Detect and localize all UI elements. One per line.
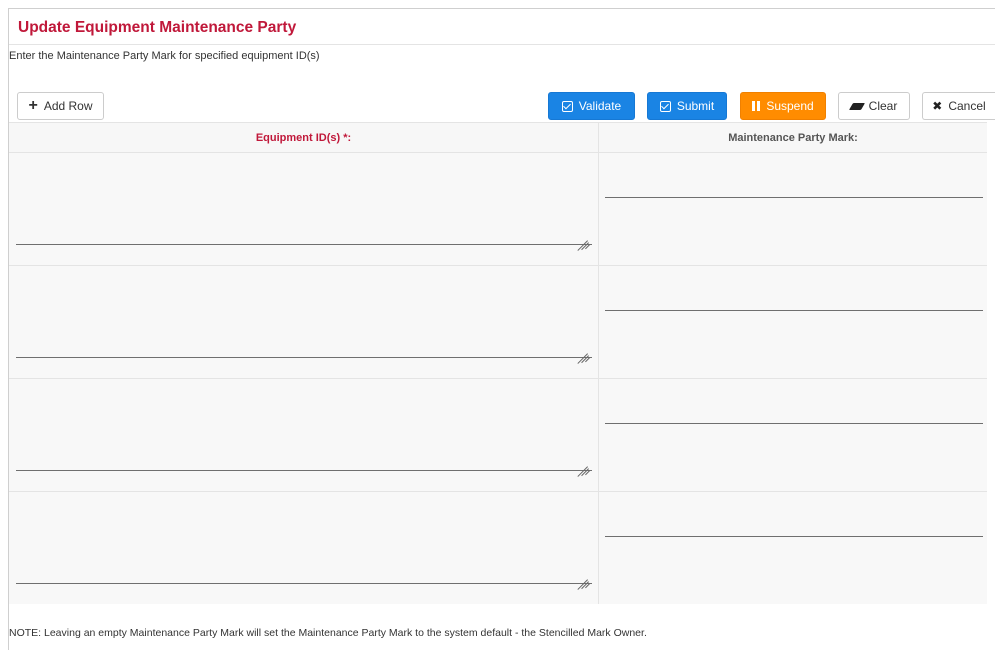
check-square-icon [659, 100, 671, 112]
table-row [9, 379, 987, 492]
validate-button[interactable]: Validate [548, 92, 635, 120]
table-row [9, 492, 987, 604]
footer-note: NOTE: Leaving an empty Maintenance Party… [9, 627, 647, 639]
equipment-ids-textarea[interactable] [9, 153, 599, 265]
clear-button[interactable]: Clear [838, 92, 910, 120]
maintenance-party-mark-input[interactable] [599, 266, 987, 378]
maintenance-party-mark-input[interactable] [599, 153, 987, 265]
equipment-ids-textarea[interactable] [9, 379, 599, 491]
validate-label: Validate [578, 99, 622, 113]
submit-label: Submit [676, 99, 715, 113]
equipment-grid: Equipment ID(s) *: Maintenance Party Mar… [9, 122, 987, 604]
clear-label: Clear [868, 99, 898, 113]
eraser-icon [848, 102, 865, 110]
input-underline [605, 197, 983, 198]
maintenance-party-mark-input[interactable] [599, 379, 987, 491]
close-icon: ✖ [932, 99, 943, 113]
equipment-ids-textarea[interactable] [9, 492, 599, 604]
maintenance-party-mark-input[interactable] [599, 492, 987, 604]
page-subtitle: Enter the Maintenance Party Mark for spe… [9, 50, 320, 62]
equipment-ids-textarea[interactable] [9, 266, 599, 378]
textarea-underline [16, 470, 592, 471]
suspend-button[interactable]: Suspend [740, 92, 826, 120]
plus-icon: + [28, 96, 38, 114]
page-title: Update Equipment Maintenance Party [18, 19, 297, 36]
textarea-underline [16, 244, 592, 245]
resize-handle-icon[interactable] [577, 231, 590, 251]
input-underline [605, 423, 983, 424]
table-row [9, 153, 987, 266]
add-row-button[interactable]: + Add Row [17, 92, 104, 120]
input-underline [605, 536, 983, 537]
add-row-label: Add Row [43, 99, 93, 113]
column-header-equipment-ids: Equipment ID(s) *: [9, 123, 599, 152]
textarea-underline [16, 583, 592, 584]
cancel-button[interactable]: ✖ Cancel [922, 92, 995, 120]
resize-handle-icon[interactable] [577, 457, 590, 477]
input-underline [605, 310, 983, 311]
title-bar: Update Equipment Maintenance Party [9, 9, 995, 45]
resize-handle-icon[interactable] [577, 570, 590, 590]
suspend-label: Suspend [766, 99, 814, 113]
textarea-underline [16, 357, 592, 358]
column-header-maintenance-party-mark: Maintenance Party Mark: [728, 131, 858, 144]
submit-button[interactable]: Submit [647, 92, 727, 120]
pause-icon [752, 101, 761, 111]
grid-header: Equipment ID(s) *: Maintenance Party Mar… [9, 123, 987, 153]
cancel-label: Cancel [948, 99, 986, 113]
check-square-icon [561, 100, 573, 112]
resize-handle-icon[interactable] [577, 344, 590, 364]
table-row [9, 266, 987, 379]
